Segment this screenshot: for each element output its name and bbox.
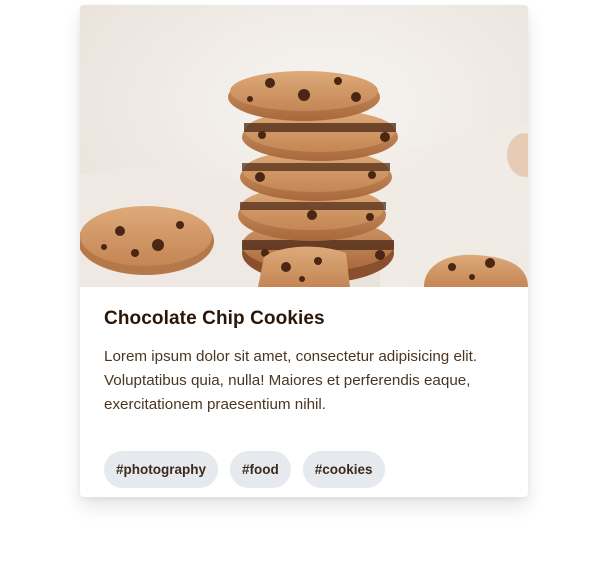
cookie-front	[258, 246, 350, 287]
card-body: Chocolate Chip Cookies Lorem ipsum dolor…	[80, 287, 528, 488]
card-description: Lorem ipsum dolor sit amet, consectetur …	[104, 348, 478, 413]
tag-food[interactable]: #food	[230, 451, 291, 488]
tag-list: #photography #food #cookies	[104, 451, 504, 488]
content-card: Chocolate Chip Cookies Lorem ipsum dolor…	[80, 5, 528, 497]
tag-photography[interactable]: #photography	[104, 451, 218, 488]
card-title: Chocolate Chip Cookies	[104, 308, 325, 329]
cookie-left	[80, 206, 214, 275]
card-image	[80, 5, 528, 287]
tag-cookies[interactable]: #cookies	[302, 451, 385, 488]
